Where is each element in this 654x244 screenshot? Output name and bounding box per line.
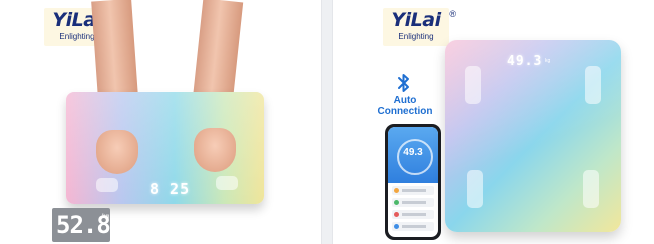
app-metric-row: [392, 198, 434, 207]
smartphone-app-mockup: 49.3: [385, 124, 441, 240]
app-weight-value: 49.3: [403, 147, 423, 158]
app-metric-row: [392, 210, 434, 219]
electrode-pad: [583, 170, 599, 208]
left-foot-illustration: [96, 130, 138, 174]
scale-led-display: 49.3: [507, 54, 543, 69]
electrode-pad: [216, 176, 238, 190]
electrode-pad: [467, 170, 483, 208]
brand-name: YiLai: [391, 9, 441, 31]
product-image-card-left: YiLai Enlighting 8 25 52.8 kg: [0, 0, 322, 244]
bluetooth-icon: [398, 74, 409, 92]
app-metric-row: [392, 186, 434, 195]
electrode-pad: [465, 66, 481, 104]
weight-unit-label: kg: [102, 214, 110, 220]
electrode-pad: [96, 178, 118, 192]
scale-led-display: 8 25: [150, 180, 191, 198]
brand-tagline: Enlighting: [398, 32, 434, 41]
electrode-pad: [585, 66, 601, 104]
smart-scale-photo: 49.3 kg: [445, 40, 621, 232]
registered-mark: ®: [449, 9, 456, 19]
right-foot-illustration: [194, 128, 236, 172]
product-image-card-right: YiLai Enlighting ® Auto Connection 49.3 …: [332, 0, 654, 244]
scale-led-unit: kg: [545, 58, 551, 64]
brand-logo: YiLai Enlighting ®: [383, 8, 456, 46]
app-metric-row: [392, 222, 434, 231]
auto-connection-label: Auto Connection: [377, 95, 433, 117]
